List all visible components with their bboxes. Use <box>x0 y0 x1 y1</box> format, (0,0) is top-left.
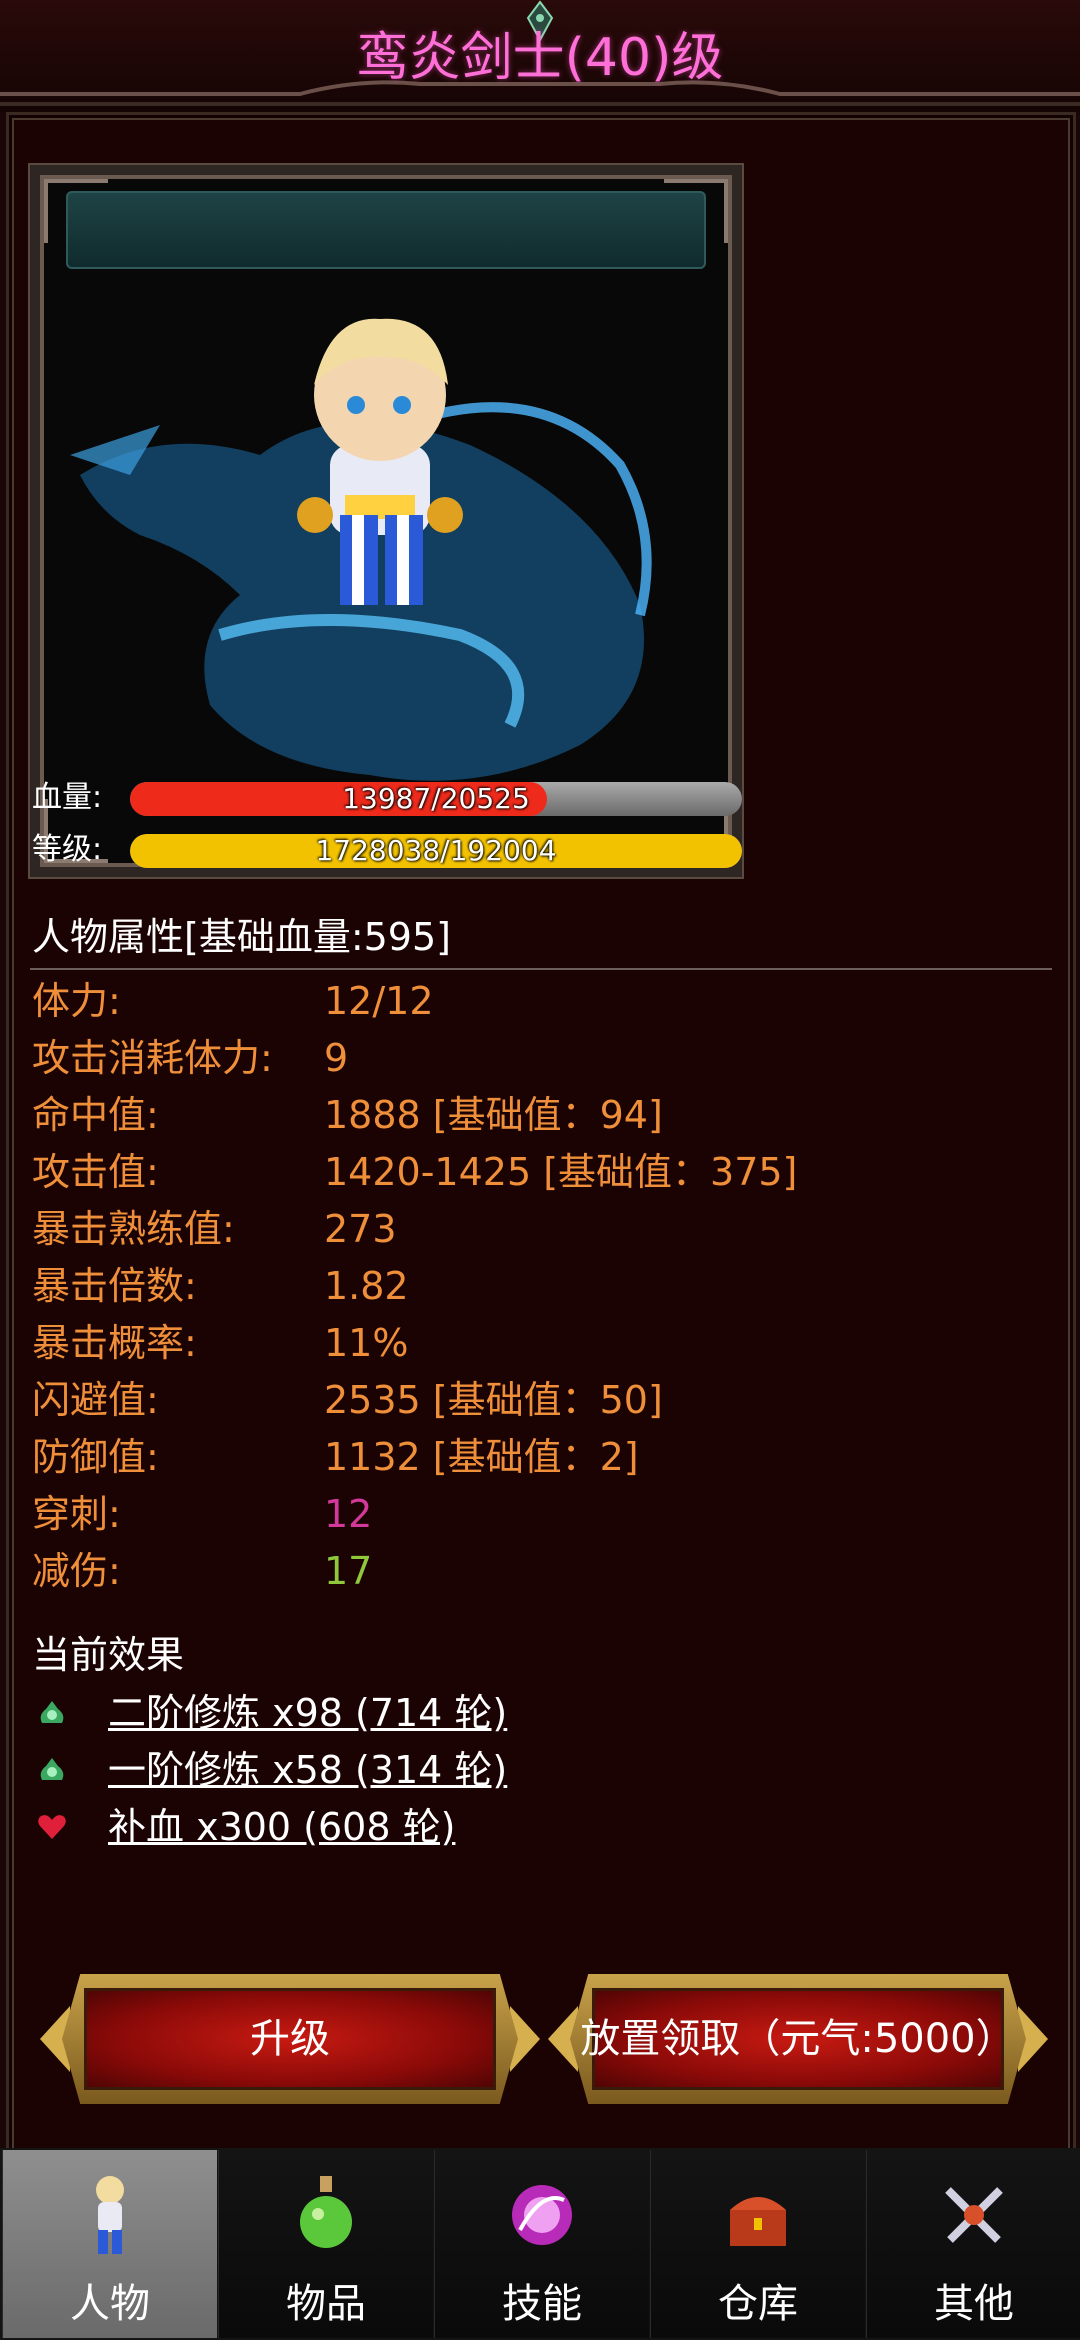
crossed-swords-icon <box>945 2187 1003 2243</box>
attribute-label: 闪避值: <box>32 1378 159 1422</box>
hp-bar: 13987/20525 <box>130 782 742 816</box>
attribute-label: 穿刺: <box>32 1492 121 1536</box>
attribute-value: 12 <box>324 1492 373 1536</box>
attribute-value: 12/12 <box>324 979 434 1023</box>
header-bar: 鸾炎剑士(40)级 <box>0 0 1080 112</box>
attribute-row: 穿刺: 12 <box>32 1487 1032 1541</box>
tab-other[interactable]: 其他 <box>866 2150 1080 2338</box>
attribute-row: 减伤: 17 <box>32 1544 1032 1598</box>
treasure-chest-icon <box>730 2197 786 2246</box>
effect-text: 一阶修炼 x58 (314 轮) <box>108 1748 508 1792</box>
upgrade-button-label: 升级 <box>250 2016 330 2062</box>
attributes-title: 人物属性[基础血量:595] <box>32 915 451 959</box>
tab-label: 人物 <box>70 2281 150 2327</box>
tab-character[interactable]: 人物 <box>2 2150 217 2338</box>
divider <box>30 968 1052 970</box>
tab-label: 其他 <box>934 2281 1014 2327</box>
frame-corner <box>664 179 728 243</box>
tab-label: 物品 <box>286 2281 366 2327</box>
skill-orb-icon <box>512 2185 572 2245</box>
effect-item[interactable]: 二阶修炼 x98 (714 轮) <box>32 1686 732 1740</box>
attribute-value: 273 <box>324 1207 397 1251</box>
collect-idle-reward-button[interactable]: 放置领取（元气:5000） <box>548 1966 1048 2112</box>
attribute-row: 闪避值: 2535 [基础值：50] <box>32 1373 1032 1427</box>
exp-label: 等级: <box>32 832 103 867</box>
portrait-name-bar <box>66 191 706 269</box>
attribute-row: 暴击熟练值: 273 <box>32 1202 1032 1256</box>
hp-bar-row: 血量: 13987/20525 <box>32 778 742 818</box>
exp-value: 1728038/192004 <box>315 834 557 867</box>
potion-icon <box>300 2176 352 2248</box>
exp-bar: 1728038/192004 <box>130 834 742 868</box>
tab-label: 技能 <box>502 2281 582 2327</box>
tab-warehouse[interactable]: 仓库 <box>650 2150 865 2338</box>
attribute-value: 1888 [基础值：94] <box>324 1093 663 1137</box>
attribute-row: 暴击概率: 11% <box>32 1316 1032 1370</box>
collect-button-label: 放置领取（元气:5000） <box>580 2016 1016 2062</box>
attribute-value: 1.82 <box>324 1264 409 1308</box>
attribute-row: 攻击值: 1420-1425 [基础值：375] <box>32 1145 1032 1199</box>
attribute-label: 命中值: <box>32 1093 159 1137</box>
green-cauldron-icon <box>40 1701 64 1723</box>
frame-corner <box>44 179 108 243</box>
attribute-label: 体力: <box>32 979 121 1023</box>
attribute-label: 减伤: <box>32 1549 121 1593</box>
tab-items[interactable]: 物品 <box>218 2150 433 2338</box>
effect-item[interactable]: 一阶修炼 x58 (314 轮) <box>32 1743 732 1797</box>
attribute-label: 暴击熟练值: <box>32 1207 235 1251</box>
exp-bar-row: 等级: 1728038/192004 <box>32 830 742 870</box>
attribute-row: 体力: 12/12 <box>32 974 1032 1028</box>
attribute-value: 2535 [基础值：50] <box>324 1378 663 1422</box>
attribute-row: 暴击倍数: 1.82 <box>32 1259 1032 1313</box>
effect-text: 二阶修炼 x98 (714 轮) <box>108 1691 508 1735</box>
green-cauldron-icon <box>40 1758 64 1780</box>
attribute-label: 攻击消耗体力: <box>32 1036 273 1080</box>
bottom-tab-bar: 人物 物品 技能 仓库 其他 <box>0 2148 1080 2340</box>
attribute-label: 暴击概率: <box>32 1321 197 1365</box>
effects-title: 当前效果 <box>32 1633 185 1677</box>
attribute-row: 防御值: 1132 [基础值：2] <box>32 1430 1032 1484</box>
attribute-value: 17 <box>324 1549 373 1593</box>
attribute-label: 暴击倍数: <box>32 1264 197 1308</box>
attribute-label: 防御值: <box>32 1435 159 1479</box>
character-icon <box>96 2176 124 2254</box>
page-title: 鸾炎剑士(40)级 <box>356 28 724 88</box>
attribute-row: 攻击消耗体力: 9 <box>32 1031 1032 1085</box>
hp-label: 血量: <box>32 780 103 815</box>
character-portrait <box>30 165 742 877</box>
tab-label: 仓库 <box>718 2281 798 2327</box>
hp-value: 13987/20525 <box>342 782 530 815</box>
attribute-value: 1132 [基础值：2] <box>324 1435 639 1479</box>
effect-item[interactable]: 补血 x300 (608 轮) <box>32 1800 732 1854</box>
tab-skills[interactable]: 技能 <box>434 2150 649 2338</box>
attribute-label: 攻击值: <box>32 1150 159 1194</box>
heart-icon <box>38 1815 66 1839</box>
upgrade-button[interactable]: 升级 <box>40 1966 540 2112</box>
attribute-value: 9 <box>324 1036 349 1080</box>
effect-text: 补血 x300 (608 轮) <box>108 1805 456 1849</box>
attribute-value: 1420-1425 [基础值：375] <box>324 1150 798 1194</box>
attribute-row: 命中值: 1888 [基础值：94] <box>32 1088 1032 1142</box>
attribute-value: 11% <box>324 1321 409 1365</box>
